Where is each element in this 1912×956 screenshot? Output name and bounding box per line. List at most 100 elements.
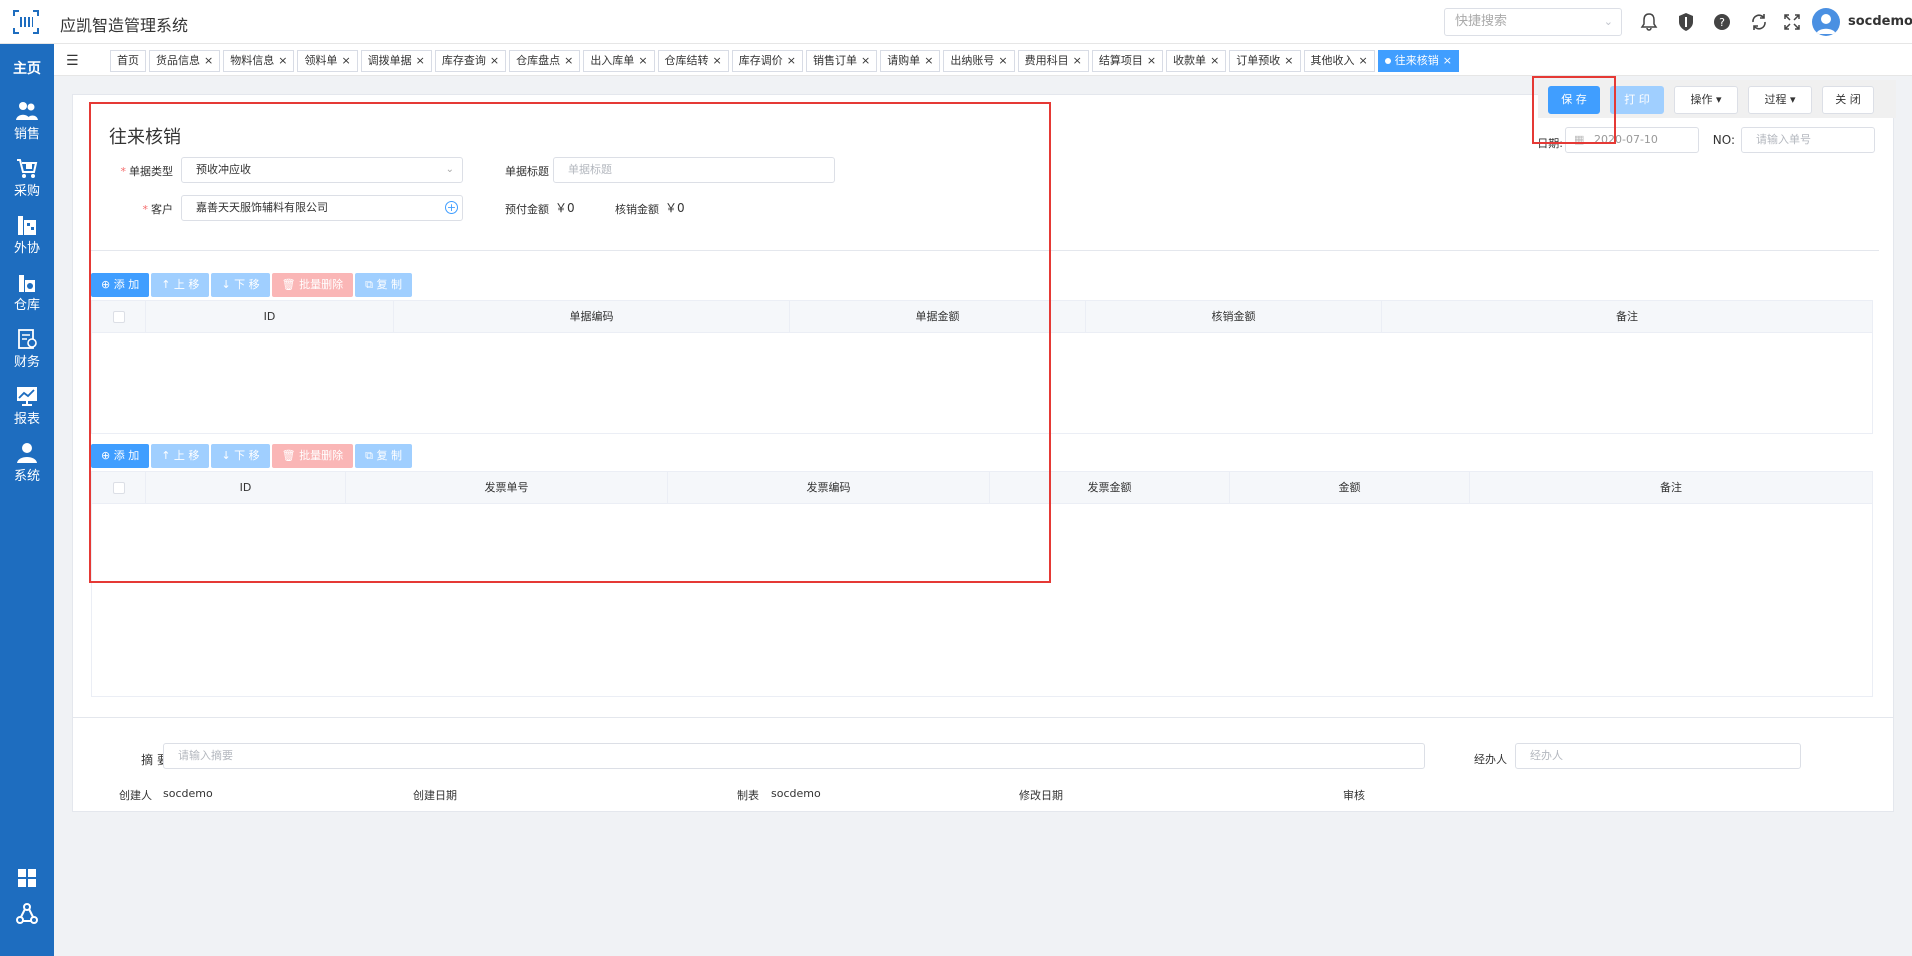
close-tab-icon[interactable]: × <box>1359 54 1368 67</box>
tab-7[interactable]: 出入库单 × <box>583 50 655 72</box>
move-down-button[interactable]: ↓ 下 移 <box>211 273 270 297</box>
close-tab-icon[interactable]: × <box>416 54 425 67</box>
tab-1[interactable]: 货品信息 × <box>149 50 221 72</box>
batch-delete-button[interactable]: 🗑 批量删除 <box>271 273 354 297</box>
sidebar-item-outsource[interactable]: 外协 <box>0 214 54 264</box>
close-tab-icon[interactable]: × <box>1147 54 1156 67</box>
tab-16[interactable]: 订单预收 × <box>1229 50 1301 72</box>
sidebar-item-system[interactable]: 系统 <box>0 442 54 492</box>
add-row-button[interactable]: ⊕ 添 加 <box>91 444 150 468</box>
close-tab-icon[interactable]: × <box>1210 54 1219 67</box>
action-bar: 保 存 打 印 操作 ▾ 过程 ▾ 关 闭 <box>1538 80 1896 118</box>
writeoff-label: 核销金额 <box>615 203 659 216</box>
tab-17[interactable]: 其他收入 × <box>1303 50 1375 72</box>
username[interactable]: socdemo <box>1848 14 1912 29</box>
print-button[interactable]: 打 印 <box>1610 86 1664 114</box>
doc-title-input[interactable]: 单据标题 <box>553 157 835 183</box>
quick-search-select[interactable]: 快捷搜索 ⌄ <box>1444 8 1622 36</box>
creator-label: 创建人 <box>119 789 152 802</box>
close-tab-icon[interactable]: × <box>787 54 796 67</box>
add-row-button[interactable]: ⊕ 添 加 <box>91 273 150 297</box>
divider <box>89 250 1879 251</box>
move-down-button[interactable]: ↓ 下 移 <box>211 444 270 468</box>
close-tab-icon[interactable]: × <box>1073 54 1082 67</box>
sidebar-item-warehouse[interactable]: 仓库 <box>0 271 54 321</box>
main-form-card: 往来核销 * 单据类型 预收冲应收 ⌄ 单据标题 单据标题 * 客户 嘉善天天服饰辅… <box>72 94 1894 812</box>
tab-2[interactable]: 物料信息 × <box>223 50 295 72</box>
cart-icon <box>17 159 38 178</box>
sidebar-item-home[interactable]: 主页 <box>0 58 54 78</box>
close-tab-icon[interactable]: × <box>924 54 933 67</box>
tab-9[interactable]: 库存调价 × <box>731 50 803 72</box>
close-tab-icon[interactable]: × <box>638 54 647 67</box>
menu-toggle-icon[interactable]: ☰ <box>66 53 79 69</box>
close-tab-icon[interactable]: × <box>1284 54 1293 67</box>
close-tab-icon[interactable]: × <box>564 54 573 67</box>
grid-icon[interactable] <box>15 866 39 890</box>
date-picker[interactable]: ▦ 2020-07-10 <box>1565 127 1699 153</box>
finance-icon <box>18 329 37 349</box>
sidebar-item-report[interactable]: 报表 <box>0 385 54 435</box>
sidebar-item-sales[interactable]: 销售 <box>0 100 54 150</box>
close-tab-icon[interactable]: × <box>998 54 1007 67</box>
tab-3[interactable]: 领料单 × <box>297 50 358 72</box>
process-dropdown[interactable]: 过程 ▾ <box>1748 86 1812 114</box>
tab-15[interactable]: 收款单 × <box>1166 50 1227 72</box>
tab-13[interactable]: 费用科目 × <box>1017 50 1089 72</box>
add-customer-icon[interactable]: + <box>445 201 458 214</box>
close-tab-icon[interactable]: × <box>713 54 722 67</box>
tab-8[interactable]: 仓库结转 × <box>657 50 729 72</box>
tab-12[interactable]: 出纳账号 × <box>943 50 1015 72</box>
close-tab-icon[interactable]: × <box>204 54 213 67</box>
close-tab-icon[interactable]: × <box>490 54 499 67</box>
close-tab-icon[interactable]: × <box>1443 54 1452 67</box>
tab-4[interactable]: 调拨单据 × <box>360 50 432 72</box>
tab-label: 货品信息 <box>156 54 200 67</box>
invoice-toolbar: ⊕ 添 加 ↑ 上 移 ↓ 下 移 🗑 批量删除 ⧉ 复 制 <box>91 444 412 468</box>
tab-label: 往来核销 <box>1394 54 1439 67</box>
share-icon[interactable] <box>15 902 39 926</box>
tab-0[interactable]: 首页 <box>110 50 146 72</box>
customer-input[interactable]: 嘉善天天服饰辅料有限公司 + <box>181 195 463 221</box>
bell-icon[interactable] <box>1638 11 1660 33</box>
avatar[interactable] <box>1812 8 1840 36</box>
date-value: 2020-07-10 <box>1594 133 1658 146</box>
people-icon <box>16 102 38 120</box>
sidebar-item-finance[interactable]: 财务 <box>0 328 54 378</box>
move-up-button[interactable]: ↑ 上 移 <box>151 273 210 297</box>
copy-button[interactable]: ⧉ 复 制 <box>355 273 412 297</box>
help-icon[interactable]: ? <box>1711 11 1733 33</box>
no-input[interactable]: 请输入单号 <box>1741 127 1875 153</box>
tab-11[interactable]: 请购单 × <box>880 50 941 72</box>
select-all-checkbox[interactable] <box>92 472 146 503</box>
sidebar-item-purchase[interactable]: 采购 <box>0 157 54 207</box>
close-tab-icon[interactable]: × <box>341 54 350 67</box>
tab-10[interactable]: 销售订单 × <box>805 50 878 72</box>
tab-14[interactable]: 结算项目 × <box>1091 50 1164 72</box>
copy-button[interactable]: ⧉ 复 制 <box>355 444 412 468</box>
handler-input[interactable]: 经办人 <box>1515 743 1801 769</box>
tab-label: 仓库结转 <box>664 54 709 67</box>
select-all-checkbox[interactable] <box>92 301 146 332</box>
calendar-icon: ▦ <box>1574 133 1585 146</box>
doc-type-value: 预收冲应收 <box>196 163 251 176</box>
refresh-icon[interactable] <box>1748 11 1770 33</box>
operate-dropdown[interactable]: 操作 ▾ <box>1674 86 1738 114</box>
tab-6[interactable]: 仓库盘点 × <box>509 50 581 72</box>
tab-label: 出入库单 <box>590 54 635 67</box>
doc-type-select[interactable]: 预收冲应收 ⌄ <box>181 157 463 183</box>
close-button[interactable]: 关 闭 <box>1822 86 1874 114</box>
tab-5[interactable]: 库存查询 × <box>434 50 507 72</box>
warehouse-icon <box>19 275 35 292</box>
summary-input[interactable]: 请输入摘要 <box>163 743 1425 769</box>
sidebar-item-label: 财务 <box>13 355 40 370</box>
close-tab-icon[interactable]: × <box>861 54 870 67</box>
save-button[interactable]: 保 存 <box>1548 86 1600 114</box>
close-tab-icon[interactable]: × <box>278 54 287 67</box>
batch-delete-button[interactable]: 🗑 批量删除 <box>271 444 354 468</box>
move-up-button[interactable]: ↑ 上 移 <box>151 444 210 468</box>
doc-type-label: * 单据类型 <box>120 165 174 178</box>
shield-icon[interactable] <box>1675 11 1697 33</box>
fullscreen-icon[interactable] <box>1781 11 1803 33</box>
tab-18[interactable]: 往来核销 × <box>1377 50 1459 72</box>
